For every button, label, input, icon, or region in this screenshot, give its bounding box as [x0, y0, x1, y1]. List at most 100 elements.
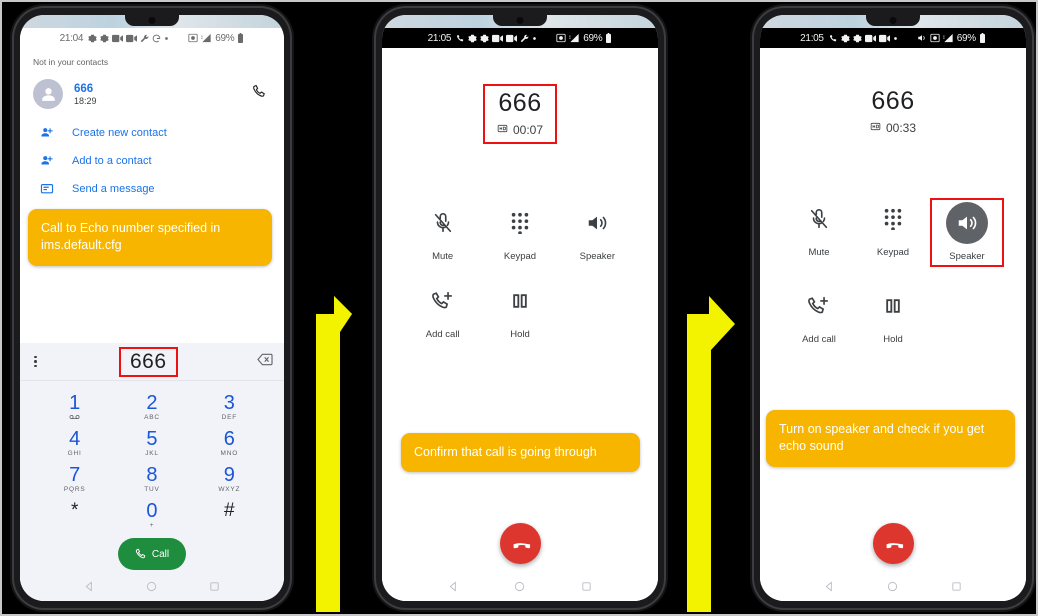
- video-icon: [864, 34, 876, 43]
- dialpad-key-1[interactable]: 1: [36, 389, 113, 425]
- back-nav-icon[interactable]: [84, 579, 95, 597]
- action-add-to-contact[interactable]: Add to a contact: [20, 147, 284, 175]
- wrench-icon: [520, 34, 529, 43]
- dialpad-key-star[interactable]: *: [36, 497, 113, 533]
- key-digit: #: [224, 500, 235, 521]
- key-digit: 6: [223, 428, 235, 450]
- phone-1-frame: 21:04 69% Not in your contacts 666 18:29…: [14, 8, 290, 608]
- dialer-entered-number[interactable]: 666: [118, 346, 178, 377]
- phone-2-call-controls: Mute Keypad Speaker Add call Hold: [382, 202, 658, 340]
- call-remote-number: 666: [871, 87, 915, 115]
- phone-3-nav-bar: [760, 574, 1026, 601]
- call-button-label: Call: [151, 548, 170, 560]
- gear-icon: [100, 34, 109, 43]
- not-in-contacts-label: Not in your contacts: [33, 57, 109, 67]
- phone-2-screen: 21:05 69% 666 00:07 Mute Keypad Speaker …: [382, 15, 658, 601]
- contact-time: 18:29: [74, 95, 97, 106]
- phone-icon[interactable]: [252, 84, 271, 104]
- phone-2-end-call-row: [382, 523, 658, 574]
- key-letters: DEF: [221, 414, 238, 421]
- backspace-icon[interactable]: [257, 353, 273, 371]
- control-mute[interactable]: Mute: [782, 198, 856, 267]
- phone-3-notch: [866, 15, 920, 26]
- control-speaker[interactable]: Speaker: [930, 198, 1004, 267]
- control-label: Speaker: [949, 251, 985, 262]
- dialpad-key-6[interactable]: 6 MNO: [191, 425, 268, 461]
- screenshot-icon: [556, 33, 566, 43]
- key-letters: [191, 521, 268, 529]
- end-call-icon[interactable]: [499, 523, 541, 564]
- phone-1-status-bar: 21:04 69%: [20, 28, 284, 48]
- key-digit: 7: [69, 464, 81, 486]
- home-nav-icon[interactable]: [514, 579, 525, 597]
- home-nav-icon[interactable]: [146, 579, 157, 597]
- dialpad-key-2[interactable]: 2 ABC: [113, 389, 190, 425]
- dialpad-key-7[interactable]: 7 PQRS: [36, 461, 113, 497]
- control-mute[interactable]: Mute: [404, 202, 481, 262]
- call-duration-row: 00:33: [870, 121, 916, 135]
- dialpad-key-8[interactable]: 8 TUV: [113, 461, 190, 497]
- screenshot-icon: [188, 33, 198, 43]
- home-nav-icon[interactable]: [887, 579, 898, 597]
- status-notification-icons: [456, 34, 537, 43]
- battery-icon: [237, 33, 244, 43]
- action-label: Send a message: [72, 183, 155, 195]
- recents-nav-icon[interactable]: [209, 579, 220, 597]
- call-header: 666 00:07: [382, 48, 658, 144]
- dialpad-key-hash[interactable]: #: [191, 497, 268, 533]
- control-add-call[interactable]: Add call: [782, 285, 856, 345]
- key-digit: 5: [146, 428, 158, 450]
- kebab-menu-icon[interactable]: [31, 353, 40, 371]
- action-send-message[interactable]: Send a message: [20, 175, 284, 203]
- dialpad-icon: [499, 202, 541, 244]
- contact-result-row[interactable]: 666 18:29: [20, 67, 284, 119]
- control-keypad[interactable]: Keypad: [856, 198, 930, 267]
- recents-nav-icon[interactable]: [951, 579, 962, 597]
- dialpad-key-9[interactable]: 9 WXYZ: [191, 461, 268, 497]
- pause-icon: [872, 285, 914, 327]
- key-digit: 8: [146, 464, 158, 486]
- gear-icon: [480, 34, 489, 43]
- control-speaker[interactable]: Speaker: [559, 202, 636, 262]
- phone-2-notch: [493, 15, 547, 26]
- action-create-new-contact[interactable]: Create new contact: [20, 119, 284, 147]
- key-letters: [36, 414, 113, 422]
- control-hold[interactable]: Hold: [481, 280, 558, 340]
- phone-3-screen: 21:05 69% 666 00:33 Mute Keypad Speaker …: [760, 15, 1026, 601]
- key-digit: 0: [146, 500, 158, 522]
- control-hold[interactable]: Hold: [856, 285, 930, 345]
- action-label: Add to a contact: [72, 155, 152, 167]
- dialpad-key-3[interactable]: 3 DEF: [191, 389, 268, 425]
- key-digit: *: [70, 500, 79, 521]
- video-icon: [126, 34, 138, 43]
- control-label: Keypad: [876, 247, 910, 258]
- back-nav-icon[interactable]: [448, 579, 459, 597]
- key-digit: 2: [146, 392, 158, 414]
- battery-percent: 69%: [215, 32, 235, 44]
- control-add-call[interactable]: Add call: [404, 280, 481, 340]
- phone-3-end-call-row: [760, 523, 1026, 574]
- battery-percent: 69%: [583, 32, 603, 44]
- dialpad-icon: [872, 198, 914, 240]
- dialpad-key-4[interactable]: 4 GHI: [36, 425, 113, 461]
- contact-number: 666: [74, 82, 94, 95]
- status-system-icons: 69%: [188, 33, 244, 44]
- call-button[interactable]: Call: [118, 538, 186, 570]
- phone-3-in-call-screen: 666 00:33 Mute Keypad Speaker Add call H…: [760, 48, 1026, 601]
- hd-call-icon: [870, 121, 881, 135]
- video-icon: [492, 34, 504, 43]
- end-call-icon[interactable]: [872, 523, 914, 564]
- control-keypad[interactable]: Keypad: [481, 202, 558, 262]
- recents-nav-icon[interactable]: [581, 579, 592, 597]
- video-icon: [112, 34, 124, 43]
- video-icon: [878, 34, 890, 43]
- gear-icon: [852, 34, 862, 43]
- control-label: Add call: [802, 334, 836, 345]
- dialpad-key-0[interactable]: 0 +: [113, 497, 190, 533]
- signal-icon: [569, 33, 580, 43]
- phone-2-frame: 21:05 69% 666 00:07 Mute Keypad Speaker …: [376, 8, 664, 608]
- call-button-row: Call: [20, 533, 284, 574]
- dialpad-key-5[interactable]: 5 JKL: [113, 425, 190, 461]
- contact-text: 666 18:29: [74, 83, 241, 106]
- back-nav-icon[interactable]: [824, 579, 835, 597]
